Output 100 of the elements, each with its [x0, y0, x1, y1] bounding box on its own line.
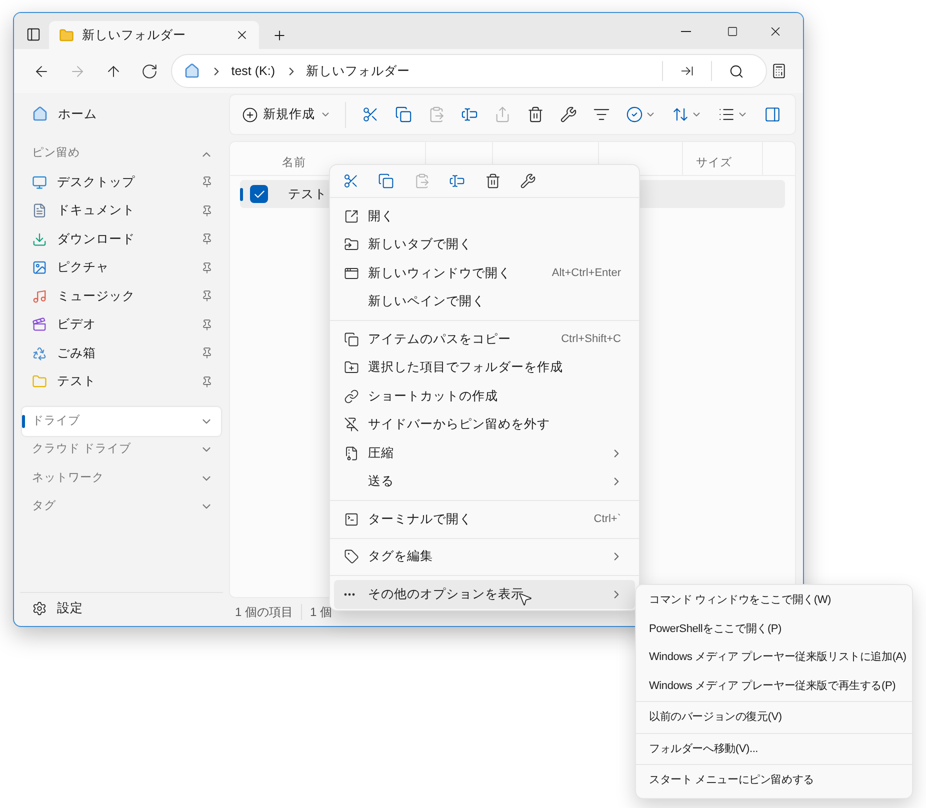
- menu-item[interactable]: 以前のバージョンの復元(V): [636, 703, 912, 732]
- close-icon[interactable]: [235, 28, 249, 42]
- pin-icon: [201, 262, 213, 274]
- window-icon: [344, 266, 359, 281]
- recycle-icon: [32, 346, 47, 361]
- calculator-icon: [771, 63, 788, 79]
- menu-item[interactable]: フォルダーへ移動(V)...: [636, 734, 912, 763]
- status-text: 1 個: [310, 604, 332, 621]
- trash-icon: [527, 106, 544, 123]
- menu-item[interactable]: 送る: [334, 468, 635, 496]
- shortcut-text: Alt+Ctrl+Enter: [552, 266, 622, 281]
- column-header[interactable]: サイズ: [683, 142, 763, 175]
- folder-icon: [59, 28, 74, 42]
- sidebar-item[interactable]: ダウンロード: [14, 225, 229, 254]
- menu-item[interactable]: Windows メディア プレーヤー従来版リストに追加(A): [636, 643, 912, 672]
- tab-title: 新しいフォルダー: [82, 26, 187, 44]
- section-header[interactable]: ネットワーク: [22, 464, 221, 492]
- copy-icon: [378, 173, 394, 189]
- sidebar-item[interactable]: テスト: [14, 368, 229, 396]
- arrow-to-line-icon: [680, 64, 694, 78]
- menu-item[interactable]: 選択した項目でフォルダーを作成: [334, 354, 635, 382]
- sidebar-item[interactable]: ビデオ: [14, 310, 229, 339]
- settings-item[interactable]: 設定: [14, 593, 229, 624]
- rename-icon: [461, 106, 478, 123]
- settings-icon: [32, 601, 47, 616]
- new-button[interactable]: 新規作成: [236, 100, 337, 130]
- sidebar-item[interactable]: ピクチャ: [14, 254, 229, 282]
- menu-item[interactable]: サイドバーからピン留めを外す: [334, 410, 635, 439]
- pin-icon: [201, 376, 213, 388]
- menu-item[interactable]: 新しいウィンドウで開く Alt+Ctrl+Enter: [334, 259, 635, 288]
- pin-icon: [201, 233, 213, 246]
- section-header[interactable]: ピン留め: [14, 140, 229, 168]
- section-header[interactable]: タグ: [22, 492, 221, 521]
- home-icon: [32, 106, 48, 122]
- section-header[interactable]: クラウド ドライブ: [22, 436, 221, 464]
- menu-item[interactable]: 新しいタブで開く: [334, 230, 635, 259]
- folder-icon: [32, 374, 47, 390]
- menu-item[interactable]: アイテムのパスをコピー Ctrl+Shift+C: [334, 325, 635, 354]
- share-icon: [494, 106, 511, 123]
- tab-icon: [344, 237, 359, 252]
- unpin-icon: [344, 417, 359, 432]
- tab[interactable]: 新しいフォルダー: [49, 21, 259, 49]
- sidebar-item[interactable]: ごみ箱: [14, 339, 229, 368]
- plus-icon: [242, 106, 258, 122]
- paste-icon: [428, 106, 445, 123]
- panel-icon: [764, 106, 781, 123]
- copy-icon: [395, 106, 412, 123]
- folder-plus-icon: [344, 360, 359, 376]
- sidebar-item[interactable]: ホーム: [14, 100, 229, 128]
- menu-item[interactable]: スタート メニューにピン留めする: [636, 766, 912, 794]
- minimize-icon: [681, 30, 691, 32]
- sidebar-item[interactable]: デスクトップ: [14, 168, 229, 196]
- menu-item[interactable]: タグを編集: [334, 542, 635, 571]
- pin-icon: [201, 290, 213, 302]
- breadcrumb[interactable]: test (K:): [231, 62, 276, 80]
- menu-item[interactable]: 開く: [334, 202, 635, 230]
- menu-item[interactable]: Windows メディア プレーヤー従来版で再生する(P): [636, 672, 912, 700]
- menu-item[interactable]: 新しいペインで開く: [334, 288, 635, 316]
- video-icon: [32, 317, 47, 332]
- list-icon: [718, 106, 735, 123]
- wrench-icon: [520, 173, 536, 189]
- home-icon: [184, 63, 200, 79]
- more-icon: [344, 592, 355, 596]
- maximize-icon: [726, 26, 738, 36]
- breadcrumb[interactable]: 新しいフォルダー: [306, 62, 410, 80]
- menu-item[interactable]: ショートカットの作成: [334, 382, 635, 410]
- sidebar-item[interactable]: ミュージック: [14, 282, 229, 310]
- check-icon: [252, 188, 266, 200]
- pin-icon: [201, 204, 213, 217]
- archive-icon: [344, 446, 359, 461]
- plus-icon: [272, 28, 286, 42]
- checkbox[interactable]: [250, 185, 268, 203]
- menu-item[interactable]: PowerShellをここで開く(P): [636, 614, 912, 643]
- copy-icon: [344, 332, 359, 347]
- pin-icon: [201, 176, 213, 188]
- search-icon: [728, 64, 744, 78]
- image-icon: [32, 260, 47, 276]
- filter-icon: [593, 106, 610, 123]
- shortcut-text: Ctrl+`: [594, 512, 622, 527]
- scissors-icon: [342, 173, 359, 189]
- pin-icon: [201, 347, 213, 360]
- section-header[interactable]: ドライブ: [22, 407, 221, 436]
- menu-item[interactable]: コマンド ウィンドウをここで開く(W): [636, 586, 912, 614]
- wrench-icon: [560, 106, 577, 123]
- refresh-icon: [140, 62, 158, 80]
- music-icon: [32, 288, 47, 304]
- file-name: テスト: [288, 186, 327, 203]
- pin-icon: [201, 318, 213, 331]
- sidebar-item[interactable]: ドキュメント: [14, 196, 229, 225]
- document-icon: [32, 203, 47, 218]
- open-icon: [344, 208, 359, 224]
- menu-item[interactable]: ターミナルで開く Ctrl+`: [334, 505, 635, 534]
- check-circle-icon: [626, 106, 643, 123]
- address-bar[interactable]: test (K:) 新しいフォルダー: [171, 54, 768, 88]
- menu-item[interactable]: 圧縮: [334, 439, 635, 468]
- tag-icon: [344, 549, 359, 564]
- monitor-icon: [32, 174, 47, 190]
- status-text: 1 個の項目: [235, 604, 294, 621]
- panel-icon: [26, 26, 40, 42]
- shortcut-text: Ctrl+Shift+C: [561, 332, 622, 347]
